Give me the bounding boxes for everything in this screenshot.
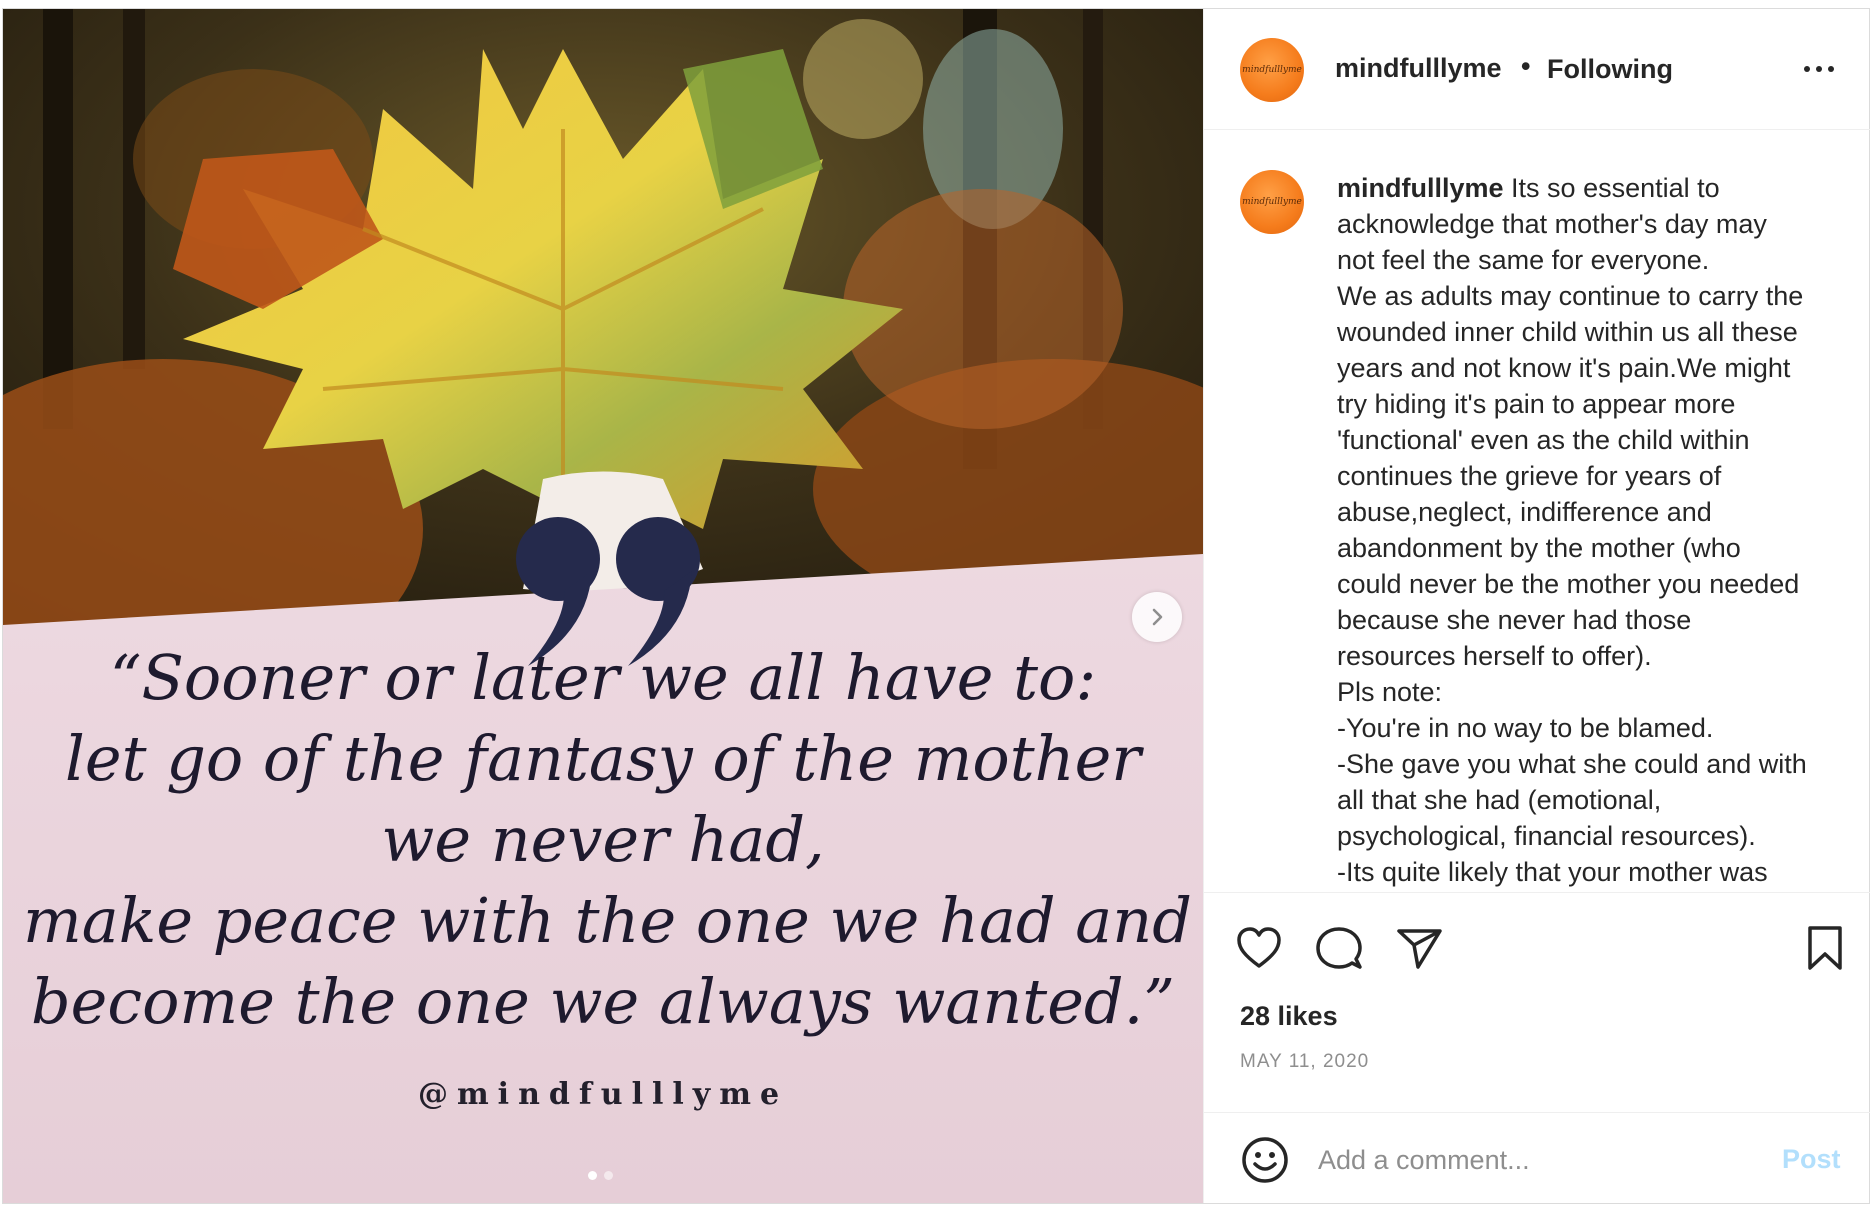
caption-line: abuse,neglect, indifference and [1337,497,1712,527]
header-username-link[interactable]: mindfulllyme [1335,53,1502,84]
quote-text: “Sooner or later we all have to: let go … [23,637,1192,1042]
likes-count[interactable]: 28 likes [1240,1001,1338,1032]
more-horizontal-icon[interactable] [1801,61,1837,77]
carousel-dot [604,1171,613,1180]
post-header: mindfulllyme mindfulllyme • Following [1204,9,1870,130]
quote-line: become the one we always wanted.” [30,965,1176,1038]
comment-bar: Post [1204,1112,1870,1203]
following-button[interactable]: Following [1547,54,1673,85]
caption-line: Pls note: [1337,677,1443,707]
comment-icon[interactable] [1314,923,1364,973]
caption-line: continues the grieve for years of [1337,461,1722,491]
quote-line: make peace with the one we had and [23,884,1192,957]
image-handle-text: @mindfulllyme [417,1077,789,1112]
caption-line: acknowledge that mother's day may [1337,209,1767,239]
caption-line: years and not know it's pain.We might [1337,353,1791,383]
post-media[interactable]: “Sooner or later we all have to: let go … [3,9,1203,1203]
avatar-logo-text: mindfulllyme [1242,65,1302,75]
caption-line: not feel the same for everyone. [1337,245,1710,275]
caption-text: mindfulllyme Its so essential to acknowl… [1337,170,1857,890]
caption-line: try hiding it's pain to appear more [1337,389,1736,419]
post-actions: 28 likes MAY 11, 2020 [1204,892,1870,1112]
avatar[interactable]: mindfulllyme [1240,38,1304,102]
caption-line: -You're in no way to be blamed. [1337,713,1714,743]
caption-line: psychological, financial resources). [1337,821,1756,851]
carousel-dot-active [588,1171,597,1180]
caption-line: 'functional' even as the child within [1337,425,1750,455]
post-side-panel: mindfulllyme mindfulllyme • Following mi… [1203,9,1870,1203]
carousel-indicator [588,1171,613,1180]
heart-icon[interactable] [1234,923,1284,973]
caption-line: resources herself to offer). [1337,641,1652,671]
smiley-icon[interactable] [1240,1135,1290,1185]
paper-plane-icon[interactable] [1394,923,1444,973]
header-separator: • [1521,51,1531,81]
caption-line: We as adults may continue to carry the [1337,281,1804,311]
caption-line: wounded inner child within us all these [1337,317,1798,347]
avatar-logo-text: mindfulllyme [1242,197,1302,207]
caption-line: all that she had (emotional, [1337,785,1662,815]
caption-line: because she never had those [1337,605,1692,635]
carousel-next-button[interactable] [1132,592,1182,642]
caption-line: -Its quite likely that your mother was [1337,857,1768,887]
bookmark-icon[interactable] [1800,923,1850,973]
post-comment-button[interactable]: Post [1782,1144,1841,1175]
caption-line: abandonment by the mother (who [1337,533,1741,563]
quote-line: let go of the fantasy of the mother [65,722,1141,795]
caption-scroll-area[interactable]: mindfulllyme mindfulllyme Its so essenti… [1204,130,1870,892]
caption-line: could never be the mother you needed [1337,569,1800,599]
caption-username-link[interactable]: mindfulllyme [1337,173,1504,203]
post-date[interactable]: MAY 11, 2020 [1240,1051,1369,1073]
comment-input[interactable] [1316,1137,1760,1183]
caption-first-line: mindfulllyme Its so essential to [1337,170,1857,206]
instagram-post: “Sooner or later we all have to: let go … [2,8,1870,1204]
chevron-right-icon [1152,608,1163,626]
caption-line: Its so essential to [1511,173,1720,203]
avatar[interactable]: mindfulllyme [1240,170,1304,234]
quote-line: “Sooner or later we all have to: [109,641,1097,714]
caption-line: -She gave you what she could and with [1337,749,1807,779]
quote-line: we never had, [381,803,825,876]
